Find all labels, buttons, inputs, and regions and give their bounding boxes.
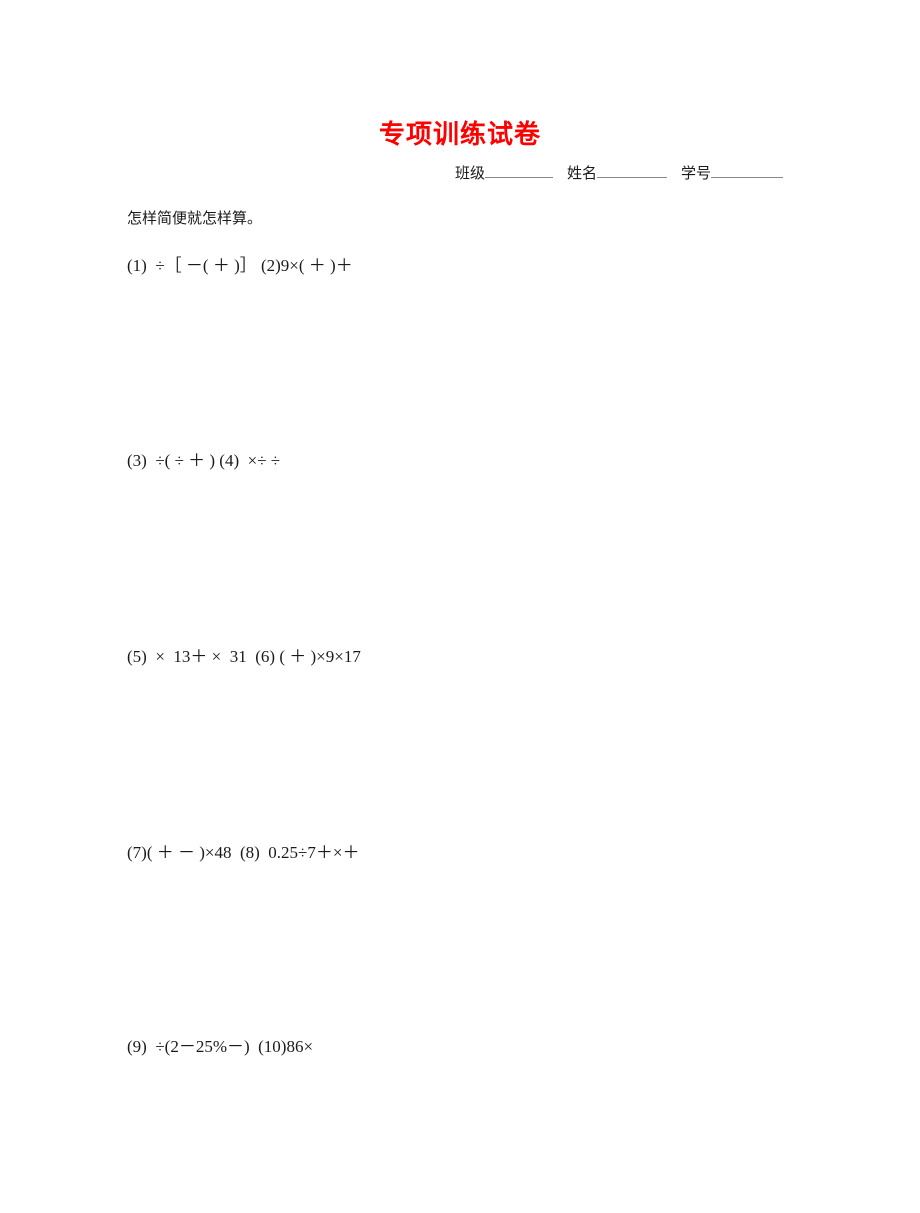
work-space-3 (127, 673, 827, 823)
student-field-name-label: 姓名 (567, 164, 598, 182)
student-field-name: 姓名 (567, 162, 668, 185)
work-space-2 (127, 477, 827, 627)
student-field-number: 学号 (681, 162, 784, 185)
student-field-number-blank[interactable] (711, 162, 784, 178)
student-field-number-label: 学号 (681, 164, 712, 182)
student-field-class: 班级 (455, 162, 554, 185)
problem-row-3: (5) × 13＋ × 31 (6) ( ＋ )×9×17 (127, 647, 361, 666)
worksheet-page: 专项训练试卷 班级 姓名 学号 怎样简便就怎样算。 (1) ÷［ －( ＋ )］ (… (0, 0, 920, 1191)
problem-row-2: (3) ÷( ÷ ＋ ) (4) ×÷ ÷ (127, 451, 281, 470)
work-space-1 (127, 282, 827, 432)
problem-row-5: (9) ÷(2－25%－) (10)86× (127, 1037, 314, 1056)
student-field-class-blank[interactable] (485, 162, 554, 178)
student-field-name-blank[interactable] (597, 162, 668, 178)
problem-row-4: (7)( ＋ － )×48 (8) 0.25÷7＋×＋ (127, 843, 360, 862)
problem-row-1: (1) ÷［ －( ＋ )］ (2)9×( ＋ )＋ (127, 256, 353, 275)
work-space-4 (127, 869, 827, 1019)
page-title: 专项训练试卷 (378, 120, 541, 151)
student-field-class-label: 班级 (455, 164, 486, 182)
student-info-line: 班级 姓名 学号 (455, 162, 795, 185)
section-instruction: 怎样简便就怎样算。 (127, 209, 263, 227)
